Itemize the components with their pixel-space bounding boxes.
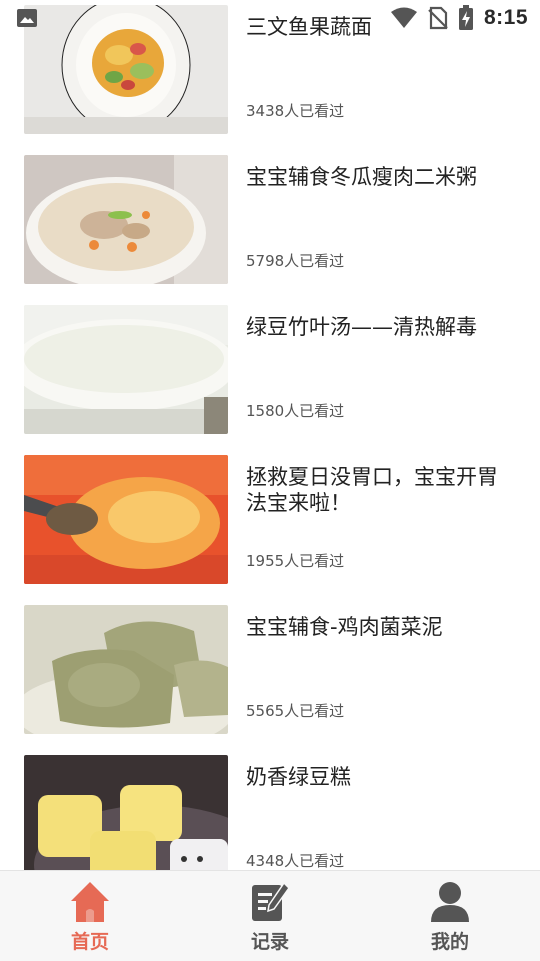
recipe-title[interactable]: 宝宝辅食冬瓜瘦肉二米粥 <box>246 164 516 190</box>
edit-record-icon <box>252 881 290 921</box>
nav-home[interactable]: 首页 <box>0 871 180 961</box>
recipe-thumbnail[interactable] <box>24 455 228 584</box>
recipe-title[interactable]: 三文鱼果蔬面 <box>246 14 516 40</box>
recipe-thumbnail[interactable] <box>24 755 228 870</box>
recipe-item[interactable]: 奶香绿豆糕 4348人已看过 <box>0 750 540 870</box>
recipe-title[interactable]: 奶香绿豆糕 <box>246 764 516 790</box>
view-count: 3438人已看过 <box>246 102 345 120</box>
nav-record-label: 记录 <box>250 931 289 953</box>
recipe-thumbnail[interactable] <box>24 155 228 284</box>
recipe-title[interactable]: 拯救夏日没胃口，宝宝开胃法宝来啦！ <box>246 464 516 516</box>
profile-icon <box>431 882 469 922</box>
recipe-thumbnail[interactable] <box>24 5 228 134</box>
view-count: 4348人已看过 <box>246 852 345 870</box>
nav-profile-label: 我的 <box>430 931 469 953</box>
view-count: 5565人已看过 <box>246 702 345 720</box>
view-count: 1580人已看过 <box>246 402 345 420</box>
recipe-item[interactable]: 宝宝辅食冬瓜瘦肉二米粥 5798人已看过 <box>0 150 540 300</box>
recipe-item[interactable]: 绿豆竹叶汤——清热解毒 1580人已看过 <box>0 300 540 450</box>
nav-profile[interactable]: 我的 <box>360 871 540 961</box>
nav-home-label: 首页 <box>70 931 109 953</box>
recipe-thumbnail[interactable] <box>24 605 228 734</box>
view-count: 1955人已看过 <box>246 552 345 570</box>
recipe-item[interactable]: 三文鱼果蔬面 3438人已看过 <box>0 0 540 150</box>
recipe-title[interactable]: 绿豆竹叶汤——清热解毒 <box>246 314 516 340</box>
recipe-title[interactable]: 宝宝辅食-鸡肉菌菜泥 <box>246 614 516 640</box>
recipe-item[interactable]: 宝宝辅食-鸡肉菌菜泥 5565人已看过 <box>0 600 540 750</box>
recipe-item[interactable]: 拯救夏日没胃口，宝宝开胃法宝来啦！ 1955人已看过 <box>0 450 540 600</box>
recipe-thumbnail[interactable] <box>24 305 228 434</box>
bottom-navigation: 首页 记录 我的 <box>0 870 540 961</box>
home-icon <box>71 882 109 922</box>
nav-record[interactable]: 记录 <box>180 871 360 961</box>
view-count: 5798人已看过 <box>246 252 345 270</box>
recipe-feed[interactable]: 三文鱼果蔬面 3438人已看过 宝宝辅食冬瓜瘦肉二米粥 5798人已看过 绿豆竹… <box>0 0 540 870</box>
